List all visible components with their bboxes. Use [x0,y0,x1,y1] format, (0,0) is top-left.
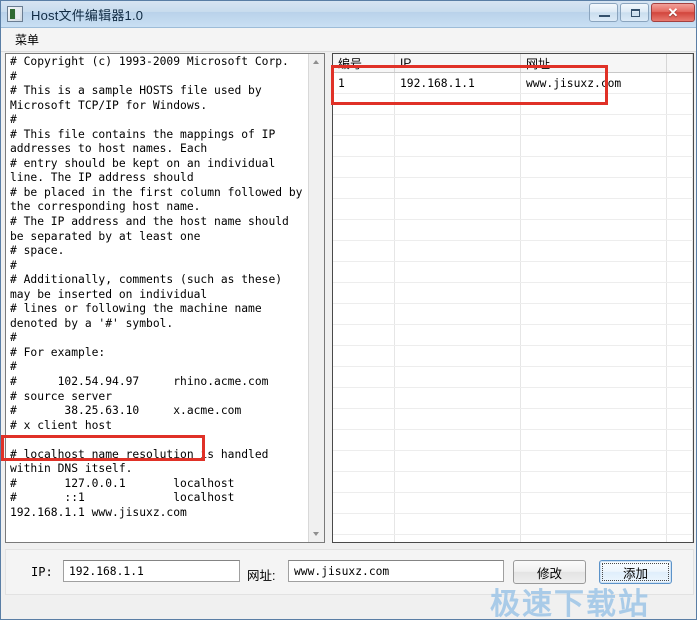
add-button[interactable]: 添加 [599,560,672,584]
url-input[interactable] [288,560,504,582]
scroll-down-icon[interactable] [309,526,324,542]
table-row-empty [333,534,693,542]
hosts-file-editor[interactable]: # Copyright (c) 1993-2009 Microsoft Corp… [5,53,325,543]
hosts-file-content[interactable]: # Copyright (c) 1993-2009 Microsoft Corp… [10,55,304,521]
table-row-empty [333,114,693,136]
table-header-row: 编号 IP 网址 [333,54,693,73]
cell-url: www.jisuxz.com [520,72,667,94]
column-header-id[interactable]: 编号 [333,54,395,73]
cell-filler [666,72,693,94]
table-row-empty [333,303,693,325]
table-row-empty [333,261,693,283]
table-row-empty [333,93,693,115]
minimize-button[interactable] [589,3,618,22]
app-window: Host文件编辑器1.0 ✕ 菜单 # Copyright (c) 1993-2… [0,0,697,620]
cell-id: 1 [333,72,395,94]
window-controls: ✕ [589,3,695,22]
table-row-empty [333,387,693,409]
menu-bar: 菜单 [1,28,696,52]
table-row-empty [333,366,693,388]
app-icon [7,6,23,22]
ip-label: IP: [31,565,53,579]
title-bar: Host文件编辑器1.0 ✕ [1,1,696,28]
table-row-empty [333,450,693,472]
table-row-empty [333,408,693,430]
table-row-empty [333,156,693,178]
column-header-ip[interactable]: IP [394,54,521,73]
table-row-empty [333,177,693,199]
table-row-empty [333,471,693,493]
close-icon: ✕ [667,5,679,20]
host-entries-table: 编号 IP 网址 1 192.168.1.1 www.jisuxz.com [333,54,693,542]
editor-vertical-scrollbar[interactable] [308,54,324,542]
maximize-button[interactable] [620,3,649,22]
table-row-empty [333,513,693,535]
table-row-empty [333,282,693,304]
ip-input[interactable] [63,560,240,582]
table-row[interactable]: 1 192.168.1.1 www.jisuxz.com [333,72,693,94]
table-row-empty [333,219,693,241]
table-row-empty [333,429,693,451]
table-row-empty [333,345,693,367]
table-row-empty [333,324,693,346]
column-header-filler [666,54,693,73]
url-label: 网址: [247,569,276,583]
cell-ip: 192.168.1.1 [394,72,521,94]
table-row-empty [333,492,693,514]
maximize-icon [631,9,640,17]
table-row-empty [333,135,693,157]
minimize-icon [599,15,610,17]
entry-form-bar: IP: 网址: 修改 添加 [5,549,694,595]
host-entries-grid[interactable]: 编号 IP 网址 1 192.168.1.1 www.jisuxz.com [332,53,694,543]
scroll-up-icon[interactable] [309,54,324,70]
column-header-url[interactable]: 网址 [520,54,667,73]
close-button[interactable]: ✕ [651,3,695,22]
table-row-empty [333,198,693,220]
focus-ring [602,563,669,581]
menu-item-menu[interactable]: 菜单 [7,28,47,51]
modify-button[interactable]: 修改 [513,560,586,584]
window-title: Host文件编辑器1.0 [31,7,144,23]
table-row-empty [333,240,693,262]
